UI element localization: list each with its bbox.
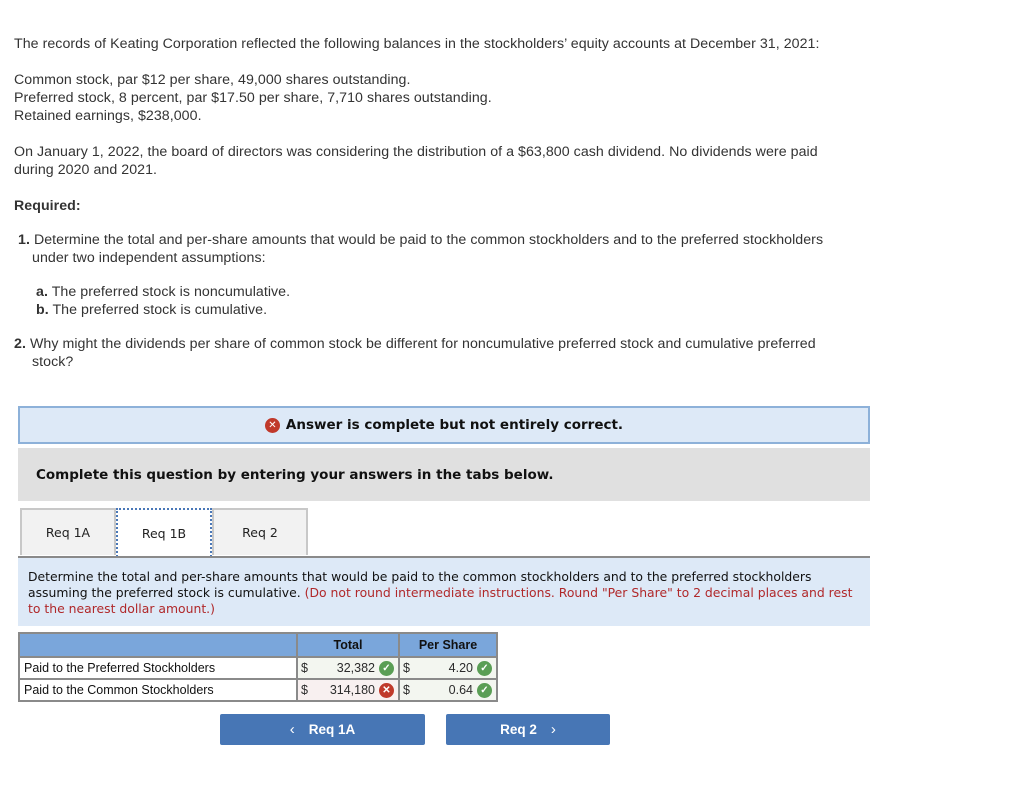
requirement-2: 2. Why might the dividends per share of … [14, 335, 816, 371]
chevron-left-icon: ‹ [289, 721, 295, 738]
table-row: Paid to the Common Stockholders $314,180… [18, 678, 498, 702]
tab-req-2[interactable]: Req 2 [212, 508, 308, 555]
currency-symbol: $ [403, 683, 410, 697]
header-label [18, 632, 298, 658]
req2-number: 2. [14, 336, 26, 352]
context-line-1: On January 1, 2022, the board of directo… [14, 144, 818, 160]
common-total-value: 314,180 [329, 683, 375, 697]
context-paragraph: On January 1, 2022, the board of directo… [14, 143, 818, 179]
requirement-tabs: Req 1A Req 1B Req 2 [20, 508, 308, 557]
check-circle-icon: ✓ [379, 660, 394, 676]
sub-b-text: The preferred stock is cumulative. [52, 302, 268, 318]
req1-line1: Determine the total and per-share amount… [33, 232, 824, 248]
balance-retained: Retained earnings, $238,000. [14, 108, 202, 124]
common-total-input[interactable]: $314,180 ✕ [296, 678, 400, 702]
tab-label: Req 2 [242, 525, 278, 540]
req2-line1: Why might the dividends per share of com… [29, 336, 816, 352]
header-per-share: Per Share [398, 632, 498, 658]
x-circle-icon: ✕ [264, 417, 280, 433]
question-intro: The records of Keating Corporation refle… [14, 35, 819, 53]
answer-table: Total Per Share Paid to the Preferred St… [18, 632, 498, 702]
preferred-per-share-input[interactable]: $4.20 ✓ [398, 656, 498, 680]
sub-b-label: b. [36, 302, 49, 318]
header-total: Total [296, 632, 400, 658]
common-per-share-input[interactable]: $0.64 ✓ [398, 678, 498, 702]
check-circle-icon: ✓ [477, 660, 492, 676]
common-per-share-value: 0.64 [448, 683, 473, 697]
next-req-label: Req 2 [500, 722, 537, 737]
preferred-total-value: 32,382 [336, 661, 375, 675]
req1-line2: under two independent assumptions: [32, 250, 266, 266]
instruction-text: Complete this question by entering your … [36, 466, 554, 483]
prev-req-label: Req 1A [308, 722, 356, 737]
row-label-preferred: Paid to the Preferred Stockholders [18, 656, 298, 680]
check-circle-icon: ✓ [477, 682, 492, 698]
sub-a-text: The preferred stock is noncumulative. [51, 284, 291, 300]
answer-status-text: Answer is complete but not entirely corr… [285, 417, 624, 433]
tab-req-1b[interactable]: Req 1B [116, 508, 212, 557]
table-header-row: Total Per Share [18, 632, 498, 658]
balance-preferred: Preferred stock, 8 percent, par $17.50 p… [14, 90, 492, 106]
chevron-right-icon: › [550, 721, 556, 738]
instruction-bar: Complete this question by entering your … [18, 448, 870, 501]
row-label-common: Paid to the Common Stockholders [18, 678, 298, 702]
next-req-button[interactable]: Req 2 › [446, 714, 610, 745]
question-panel: Determine the total and per-share amount… [18, 558, 870, 626]
tab-label: Req 1B [141, 526, 187, 541]
prev-req-button[interactable]: ‹ Req 1A [220, 714, 425, 745]
requirement-1: 1. Determine the total and per-share amo… [18, 231, 823, 267]
context-line-2: during 2020 and 2021. [14, 162, 158, 178]
preferred-total-input[interactable]: $32,382 ✓ [296, 656, 400, 680]
balances-list: Common stock, par $12 per share, 49,000 … [14, 71, 492, 125]
preferred-per-share-value: 4.20 [448, 661, 473, 675]
req1-number: 1. [18, 232, 30, 248]
currency-symbol: $ [301, 661, 308, 675]
balance-common: Common stock, par $12 per share, 49,000 … [14, 72, 411, 88]
answer-status-banner: ✕ Answer is complete but not entirely co… [18, 406, 870, 444]
tab-req-1a[interactable]: Req 1A [20, 508, 116, 555]
required-heading: Required: [14, 198, 81, 214]
currency-symbol: $ [403, 661, 410, 675]
table-row: Paid to the Preferred Stockholders $32,3… [18, 656, 498, 680]
req2-line2: stock? [32, 354, 74, 370]
intro-text: The records of Keating Corporation refle… [14, 36, 820, 52]
sub-a-label: a. [36, 284, 48, 300]
currency-symbol: $ [301, 683, 308, 697]
x-circle-icon: ✕ [379, 682, 394, 698]
sub-assumptions: a. The preferred stock is noncumulative.… [36, 283, 290, 319]
tab-label: Req 1A [45, 525, 91, 540]
